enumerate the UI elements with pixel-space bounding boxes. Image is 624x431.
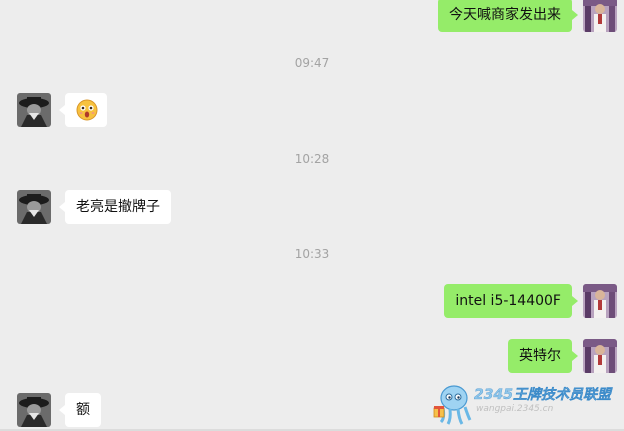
message-bubble[interactable]: 额 [59,393,101,427]
message-row: 老亮是撤牌子 [0,190,624,224]
contact-avatar[interactable] [17,93,51,127]
message-bubble[interactable]: intel i5-14400F [444,284,578,318]
my-avatar-image [583,284,617,318]
contact-avatar-image [17,190,51,224]
my-avatar-image [583,0,617,32]
contact-avatar-image [17,393,51,427]
my-avatar[interactable] [583,339,617,373]
chat-message-area[interactable]: 今天喊商家发出来 09:47 10:28 老亮是撤牌子 10:33 intel … [0,0,624,431]
message-bubble[interactable]: 英特尔 [508,339,578,373]
surprised-face-icon [76,99,98,121]
contact-avatar[interactable] [17,393,51,427]
timestamp: 09:47 [294,56,330,70]
message-row: 今天喊商家发出来 [0,0,624,34]
message-row [0,93,624,127]
contact-avatar[interactable] [17,190,51,224]
timestamp: 10:33 [294,247,330,261]
my-avatar[interactable] [583,0,617,32]
octopus-mascot-icon [433,385,472,425]
message-bubble-emoji[interactable] [59,93,107,127]
message-bubble[interactable]: 今天喊商家发出来 [438,0,578,32]
contact-avatar-image [17,93,51,127]
message-row: intel i5-14400F [0,284,624,318]
watermark-title: 2345王牌技术员联盟 [474,387,611,403]
message-row: 英特尔 [0,339,624,373]
my-avatar-image [583,339,617,373]
watermark: 2345王牌技术员联盟 wangpai.2345.cn [432,382,622,428]
timestamp: 10:28 [294,152,330,166]
message-bubble[interactable]: 老亮是撤牌子 [59,190,171,224]
watermark-url: wangpai.2345.cn [476,404,554,414]
my-avatar[interactable] [583,284,617,318]
